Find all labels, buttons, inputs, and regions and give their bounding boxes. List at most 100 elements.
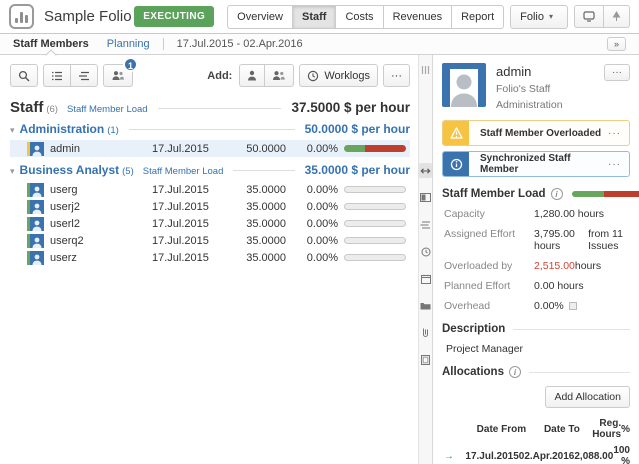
clock-icon xyxy=(421,247,431,257)
staff-row-userg[interactable]: userg 17.Jul.2015 35.0000 0.00% xyxy=(10,181,410,198)
collapse-panel-button[interactable]: » xyxy=(607,37,626,51)
collapse-caret-icon[interactable]: ▾ xyxy=(10,125,15,136)
user-avatar-icon xyxy=(31,253,43,265)
user-avatar-icon xyxy=(446,69,482,107)
attachments-button[interactable] xyxy=(419,325,432,340)
group-header-administration: ▾ Administration (1) 50.0000 $ per hour xyxy=(10,122,410,136)
app-logo-chart-icon xyxy=(9,4,34,29)
monitor-icon xyxy=(583,11,595,22)
load-bar xyxy=(344,203,406,210)
load-section-header: Staff Member Load i xyxy=(442,188,630,200)
group-load-link[interactable]: Staff Member Load xyxy=(143,166,224,177)
divider xyxy=(163,38,164,50)
add-label: Add: xyxy=(207,70,232,82)
top-bar: Sample Folio EXECUTING Overview Staff Co… xyxy=(0,0,639,34)
main-area: 1 Add: Worklogs ··· Staff xyxy=(0,55,639,464)
calendar-button[interactable] xyxy=(419,271,432,286)
search-button[interactable] xyxy=(10,64,38,87)
subnav-planning-link[interactable]: Planning xyxy=(107,38,150,50)
staff-rate: 37.5000 $ per hour xyxy=(291,100,410,115)
user-avatar-icon xyxy=(31,202,43,214)
load-bar xyxy=(344,145,406,152)
load-bar-red xyxy=(365,145,406,152)
staff-members-filter-button[interactable]: 1 xyxy=(103,64,133,87)
avatar xyxy=(27,200,44,214)
load-bar xyxy=(344,254,406,261)
load-bar xyxy=(344,220,406,227)
load-row-planned: Planned Effort0.00 hours xyxy=(444,280,630,292)
staff-more-button[interactable]: ··· xyxy=(383,64,410,87)
banner-more-button[interactable]: ··· xyxy=(608,159,629,170)
load-summary-bar xyxy=(572,191,639,197)
divider xyxy=(129,129,295,130)
time-button[interactable] xyxy=(419,244,432,259)
avatar xyxy=(27,217,44,231)
resize-grip-icon[interactable] xyxy=(419,62,432,77)
staff-list-panel: 1 Add: Worklogs ··· Staff xyxy=(0,55,418,464)
info-circle-icon[interactable]: i xyxy=(551,188,563,200)
subnav-staff-members[interactable]: Staff Members xyxy=(13,38,89,50)
journal-icon xyxy=(421,355,430,365)
load-bar-green xyxy=(344,145,365,152)
description-section-header: Description xyxy=(442,323,630,335)
grouped-view-icon xyxy=(78,71,90,81)
grouped-view-button[interactable] xyxy=(70,64,98,87)
divider xyxy=(513,329,630,330)
staff-row-userz[interactable]: userz 17.Jul.2015 35.0000 0.00% xyxy=(10,249,410,266)
add-allocation-button[interactable]: Add Allocation xyxy=(545,386,630,408)
documents-button[interactable] xyxy=(419,298,432,313)
folio-menu-button[interactable]: Folio ▾ xyxy=(510,5,568,29)
issues-link[interactable]: from 11 Issues xyxy=(588,228,630,252)
fields-button[interactable] xyxy=(419,217,432,232)
add-person-button[interactable] xyxy=(239,64,264,87)
tab-overview[interactable]: Overview xyxy=(227,5,293,29)
allocation-row[interactable]: → 17.Jul.2015 02.Apr.2016 2,088.00 100 % xyxy=(444,445,630,464)
description-text: Project Manager xyxy=(446,343,630,355)
allocations-actions: Add Allocation xyxy=(442,386,630,408)
list-view-icon xyxy=(51,71,63,81)
resize-width-button[interactable] xyxy=(419,163,432,178)
staff-detail-panel: admin Folio's Staff Administration ··· S… xyxy=(433,55,639,464)
tab-costs[interactable]: Costs xyxy=(336,5,383,29)
details-card-button[interactable] xyxy=(419,190,432,205)
overhead-edit-icon[interactable] xyxy=(569,302,577,310)
staff-load-link[interactable]: Staff Member Load xyxy=(67,104,148,115)
pin-button[interactable] xyxy=(603,5,630,28)
tab-staff[interactable]: Staff xyxy=(293,5,336,29)
tab-revenues[interactable]: Revenues xyxy=(384,5,453,29)
detail-group: Administration xyxy=(496,99,563,111)
page-title: Sample Folio xyxy=(44,8,132,25)
user-avatar-icon xyxy=(31,185,43,197)
people-add-icon xyxy=(272,70,286,81)
notes-button[interactable] xyxy=(419,352,432,367)
screen-view-button[interactable] xyxy=(574,5,603,28)
group-rate: 50.0000 $ per hour xyxy=(305,122,410,136)
warning-icon xyxy=(450,127,463,139)
staff-row-admin[interactable]: admin 17.Jul.2015 50.0000 0.00% xyxy=(10,140,410,157)
tab-report[interactable]: Report xyxy=(452,5,504,29)
staff-row-userj2[interactable]: userj2 17.Jul.2015 35.0000 0.00% xyxy=(10,198,410,215)
staff-row-userl2[interactable]: userl2 17.Jul.2015 35.0000 0.00% xyxy=(10,215,410,232)
overloaded-value: 2,515.00 xyxy=(534,260,575,272)
main-tabset: Overview Staff Costs Revenues Report xyxy=(227,5,504,29)
date-range[interactable]: 17.Jul.2015 - 02.Apr.2016 xyxy=(177,38,303,50)
detail-more-button[interactable]: ··· xyxy=(604,64,630,81)
info-circle-icon[interactable]: i xyxy=(509,366,521,378)
load-row-capacity: Capacity1,280.00 hours xyxy=(444,208,630,220)
detail-tool-icons xyxy=(419,163,432,367)
list-view-button[interactable] xyxy=(43,64,70,87)
pin-icon xyxy=(612,11,621,22)
left-right-arrows-icon xyxy=(420,167,431,175)
staff-row-userq2[interactable]: userq2 17.Jul.2015 35.0000 0.00% xyxy=(10,232,410,249)
paperclip-icon xyxy=(422,327,429,338)
add-group-button[interactable] xyxy=(264,64,294,87)
warning-banner: Staff Member Overloaded ··· xyxy=(442,120,630,146)
banner-more-button[interactable]: ··· xyxy=(608,128,629,139)
detail-name: admin xyxy=(496,64,563,79)
panel-divider-strip xyxy=(418,55,433,464)
allocations-table-header: Date From Date To Reg. Hours % xyxy=(444,418,630,440)
staff-count: (6) xyxy=(46,104,58,115)
status-badge[interactable]: EXECUTING xyxy=(134,6,214,27)
worklogs-button[interactable]: Worklogs xyxy=(299,64,378,87)
collapse-caret-icon[interactable]: ▾ xyxy=(10,166,15,177)
